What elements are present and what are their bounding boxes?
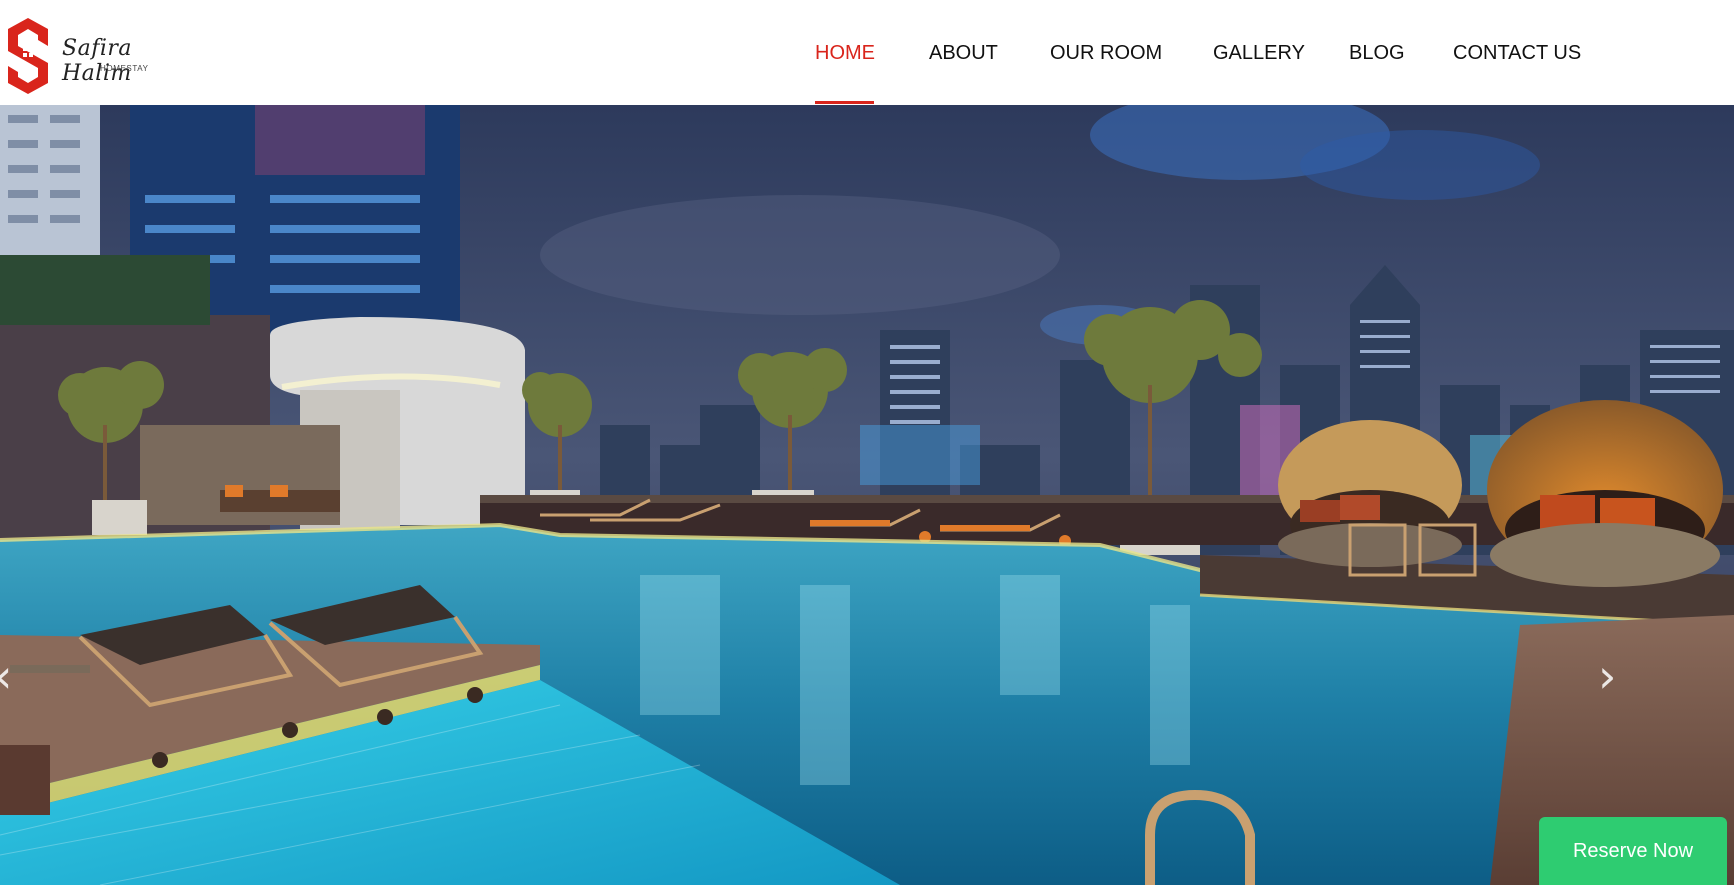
brand-name: Safira Halim [62, 36, 132, 86]
reserve-now-button[interactable]: Reserve Now [1539, 817, 1727, 885]
brand-logo[interactable]: Safira Halim HOMESTAY [4, 16, 194, 96]
site-header: Safira Halim HOMESTAY HOME ABOUT OUR ROO… [0, 0, 1734, 105]
nav-about[interactable]: ABOUT [929, 42, 998, 65]
brand-tagline: HOMESTAY [100, 64, 149, 73]
chevron-left-icon[interactable]: ‹ [0, 653, 12, 699]
hero-slider: ‹ › [0, 105, 1734, 885]
nav-home[interactable]: HOME [815, 42, 875, 65]
chevron-right-icon[interactable]: › [1598, 653, 1616, 699]
nav-contact-us[interactable]: CONTACT US [1453, 42, 1581, 65]
nav-blog[interactable]: BLOG [1349, 42, 1405, 65]
hero-image [0, 105, 1734, 885]
nav-our-room[interactable]: OUR ROOM [1050, 42, 1162, 65]
nav-gallery[interactable]: GALLERY [1213, 42, 1305, 65]
logo-s-icon [8, 18, 48, 94]
active-nav-indicator [815, 101, 874, 104]
